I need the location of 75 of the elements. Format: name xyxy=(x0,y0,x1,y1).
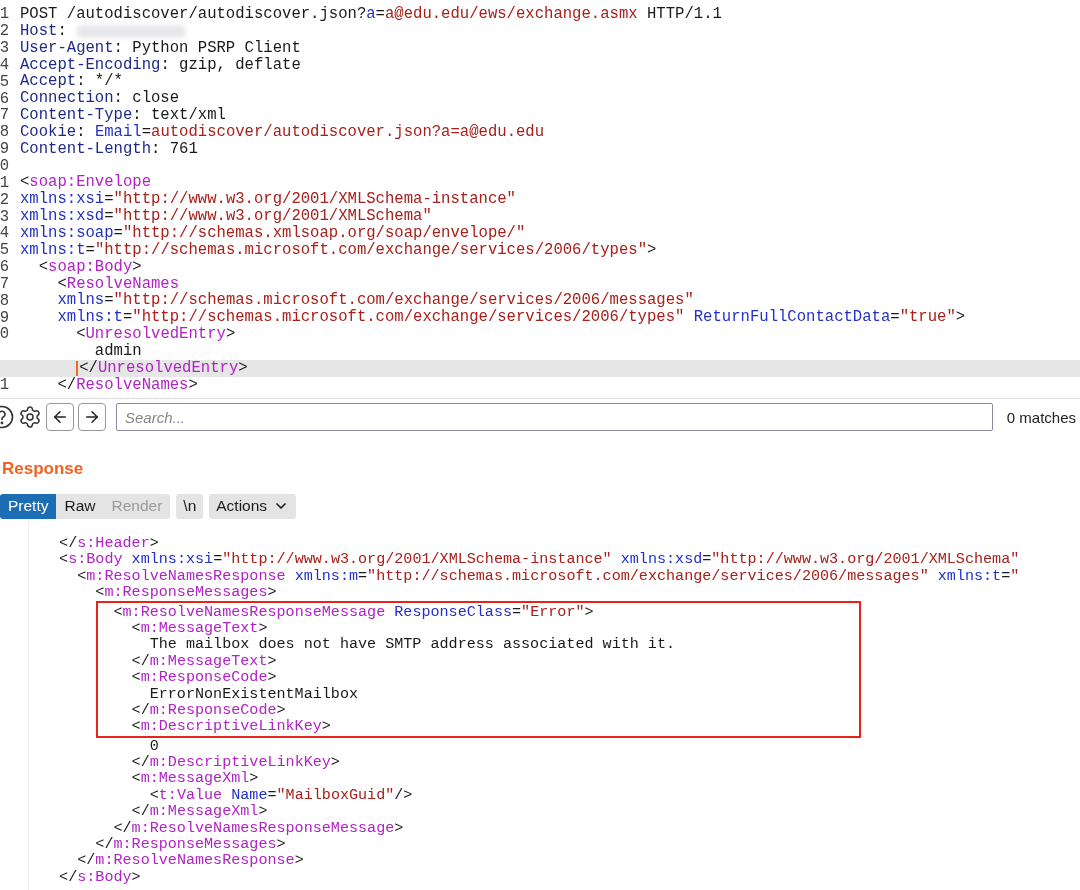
line-number: 2 xyxy=(0,22,9,41)
line-number: 7 xyxy=(0,274,9,293)
code-line: </ResolveNames> xyxy=(56,376,198,394)
code-line: </m:MessageText> xyxy=(130,652,277,670)
code-line: POST /autodiscover/autodiscover.json?a=a@edu.edu/ews/exchange.asmx HTTP/1.1 xyxy=(20,6,722,23)
line-number: 0 xyxy=(0,157,9,175)
code-line: xmlns:t="http://schemas.microsoft.com/exchange/services/2006/types" ReturnFullContactData="true"> xyxy=(56,309,966,327)
forward-button[interactable] xyxy=(78,403,106,431)
code-line: </m:ResponseMessages> xyxy=(95,836,286,853)
code-line: Content-Length: 761 xyxy=(20,140,198,158)
line-number: 3 xyxy=(0,207,9,226)
code-line: <UnresolvedEntry> xyxy=(75,326,236,343)
code-line: </m:ResolveNamesResponseMessage> xyxy=(112,819,404,837)
search-field[interactable]: Search... xyxy=(116,403,993,431)
line-number: 2 xyxy=(0,190,9,209)
code-line: Accept-Encoding: gzip, deflate xyxy=(20,56,301,74)
line-number: 6 xyxy=(0,89,9,108)
code-line: </m:MessageXml> xyxy=(130,803,268,820)
line-number: 0 xyxy=(0,325,9,344)
code-line: <soap:Envelope xyxy=(20,174,151,192)
line-number: 5 xyxy=(0,72,9,91)
line-number: 3 xyxy=(0,39,9,58)
code-line: <m:ResponseCode> xyxy=(130,669,277,686)
code-line: <m:ResponseMessages> xyxy=(94,584,277,601)
code-line: xmlns:soap="http://schemas.xmlsoap.org/soap/envelope/" xyxy=(20,224,526,242)
code-line: </s:Body> xyxy=(58,868,141,886)
line-number: 7 xyxy=(0,106,9,125)
line-number: 8 xyxy=(0,123,9,142)
code-line: </m:ResolveNamesResponse> xyxy=(76,852,304,869)
code-line: </UnresolvedEntry> xyxy=(20,359,248,377)
code-line: xmlns="http://schemas.microsoft.com/exchange/services/2006/messages" xyxy=(56,292,694,310)
code-line: <m:MessageXml> xyxy=(130,770,259,787)
line-number: 5 xyxy=(0,241,9,260)
code-line: Accept: */* xyxy=(20,73,123,91)
line-number: 9 xyxy=(0,140,9,159)
newline-toggle[interactable]: \n xyxy=(176,493,204,519)
code-line: admin xyxy=(93,342,142,360)
code-line: <soap:Body> xyxy=(37,258,142,276)
settings-icon[interactable] xyxy=(18,405,42,429)
code-line: </m:DescriptiveLinkKey> xyxy=(130,754,340,771)
code-line: <s:Body xmlns:xsi="http://www.w3.org/2001/XMLSchema-instance" xmlns:xsd="http://www.w3.org/2001/XMLSchema" xyxy=(58,551,1020,568)
line-number: 1 xyxy=(0,5,9,24)
code-line: <m:ResolveNamesResponse xmlns:m="http://schemas.microsoft.com/exchange/services/2006/messages" xmlns:t=" xyxy=(76,567,1020,585)
line-number: 6 xyxy=(0,258,9,277)
view-tab[interactable]: Raw xyxy=(56,493,104,519)
actions-button[interactable]: Actions xyxy=(209,493,297,519)
code-line: <m:MessageText> xyxy=(131,619,268,637)
line-number: 4 xyxy=(0,55,9,74)
code-line: Content-Type: text/xml xyxy=(20,107,226,124)
arrow-right-icon xyxy=(83,408,101,426)
code-line: Cookie: Email=autodiscover/autodiscover.json?a=a@edu.edu xyxy=(20,123,545,141)
code-line: <t:Value Name="MailboxGuid"/> xyxy=(148,786,413,804)
code-line: 0 xyxy=(148,737,159,755)
code-line: <ResolveNames xyxy=(56,275,180,293)
code-line: xmlns:xsi="http://www.w3.org/2001/XMLSchema-instance" xyxy=(20,191,516,209)
code-line: Host: xyxy=(20,22,68,40)
line-number: 1 xyxy=(0,173,9,192)
code-line: </m:ResponseCode> xyxy=(130,701,286,719)
code-line: User-Agent: Python PSRP Client xyxy=(20,39,301,57)
code-line: </s:Header> xyxy=(58,535,159,552)
code-line: xmlns:t="http://schemas.microsoft.com/exchange/services/2006/types"> xyxy=(20,241,657,259)
view-tab[interactable]: Pretty xyxy=(0,493,57,519)
line-number: 4 xyxy=(0,224,9,243)
match-count: 0 matches xyxy=(1006,408,1076,426)
code-line: <m:DescriptiveLinkKey> xyxy=(130,718,331,735)
code-line: xmlns:xsd="http://www.w3.org/2001/XMLSchema" xyxy=(20,208,432,225)
back-button[interactable] xyxy=(46,403,74,431)
code-line: Connection: close xyxy=(20,90,180,108)
line-number: 9 xyxy=(0,308,9,327)
code-line: ErrorNonExistentMailbox xyxy=(148,685,359,702)
line-number: 1 xyxy=(0,376,9,394)
section-title: Response xyxy=(2,459,85,480)
code-line: The mailbox does not have SMTP address associated with it. xyxy=(148,636,676,653)
line-number: 8 xyxy=(0,291,9,310)
code-line: <m:ResolveNamesResponseMessage ResponseClass="Error"> xyxy=(112,603,594,620)
